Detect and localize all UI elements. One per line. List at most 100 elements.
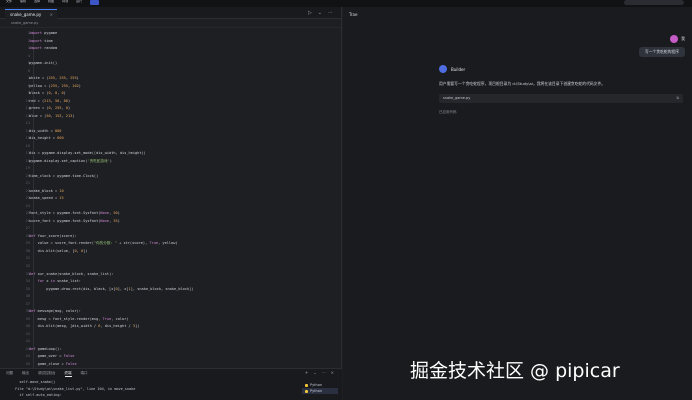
terminal-name: Python	[310, 389, 323, 393]
terminal-list: Python Python	[302, 382, 338, 394]
code-line-text: for x in snake_list:	[37, 279, 81, 284]
code-line-text: black = (0, 0, 0)	[29, 91, 66, 96]
line-number: 9	[27, 91, 30, 96]
line-number: 3	[27, 46, 30, 51]
line-number: 17	[25, 151, 30, 156]
menu-bar: 文件 编辑 选择 视图 转到 运行	[6, 0, 82, 3]
line-number: 7	[27, 76, 30, 81]
tab-close-icon[interactable]: ×	[50, 12, 53, 17]
editor-actions: ▷ ⌄ ⋯	[308, 10, 333, 16]
more-icon[interactable]: ⋯	[322, 370, 326, 375]
code-line-text: red = (213, 50, 80)	[29, 98, 71, 103]
editor-tab-bar: snake_game.py × ▷ ⌄ ⋯	[0, 7, 341, 19]
menu-item-go[interactable]: 转到	[62, 0, 68, 3]
tab-terminal[interactable]: 终端	[64, 371, 72, 377]
line-number: 38	[25, 309, 30, 314]
line-number: 4	[27, 53, 30, 58]
code-line: 14 dis_width = 800	[0, 128, 342, 136]
menu-item-select[interactable]: 选择	[34, 0, 40, 3]
new-terminal-icon[interactable]: +	[305, 370, 308, 375]
code-line-text: value = score_font.render("你的分数: " + str…	[29, 241, 178, 246]
code-line: 12 blue = (50, 153, 213)	[0, 113, 342, 121]
line-number: 27	[25, 226, 30, 231]
file-card[interactable]: snake_game.py ⧉	[439, 94, 683, 103]
code-line: 30 dis.blit(value, [0, 0])	[0, 248, 342, 256]
python-icon	[305, 383, 308, 387]
close-panel-icon[interactable]: ×	[331, 370, 334, 375]
menu-item-view[interactable]: 视图	[48, 0, 54, 3]
tab-output[interactable]: 输出	[22, 371, 29, 377]
tab-problems[interactable]: 问题	[6, 371, 13, 377]
line-number: 28	[25, 233, 30, 238]
more-actions-icon[interactable]: ⋯	[328, 10, 333, 16]
line-number: 5	[27, 61, 30, 66]
tab-ports[interactable]: 端口	[81, 371, 88, 377]
run-menu-chevron-icon[interactable]: ⌄	[318, 10, 322, 16]
panel-actions: + ⌄ ⋯ ×	[305, 370, 334, 375]
code-line-text: pygame.draw.rect(dis, black, [x[0], x[1]…	[29, 286, 194, 291]
bot-avatar	[439, 65, 447, 73]
code-line: 31	[0, 255, 342, 263]
code-line: 22 snake_block = 10	[0, 188, 342, 196]
line-number: 36	[25, 294, 30, 299]
line-number: 13	[25, 121, 30, 126]
code-line-text: snake_speed = 15	[29, 196, 64, 201]
panel-tab-bar: 问题 输出 调试控制台 终端 端口	[6, 371, 88, 377]
breadcrumb[interactable]: snake_game.py	[0, 19, 341, 28]
code-line: 1 import pygame	[0, 30, 342, 38]
line-number: 19	[25, 166, 30, 171]
line-number: 35	[25, 286, 30, 291]
applied-code-label: 已应用代码	[439, 110, 457, 114]
user-message: 写一个贪吃蛇的程序	[638, 47, 685, 57]
code-area[interactable]: 1 import pygame 2 import time 3 import random…	[0, 30, 342, 375]
copy-icon[interactable]: ⧉	[677, 96, 680, 100]
tab-debug-console[interactable]: 调试控制台	[38, 371, 56, 377]
user-avatar	[670, 35, 678, 43]
titlebar-badge[interactable]	[90, 0, 99, 5]
python-icon	[305, 389, 308, 393]
code-line-text: def gameLoop():	[29, 346, 62, 351]
code-line: 37	[0, 301, 342, 309]
code-line-text: blue = (50, 153, 213)	[29, 113, 75, 118]
terminal-dropdown-icon[interactable]: ⌄	[313, 370, 316, 375]
code-line-text: mesg = font_style.render(msg, True, colo…	[29, 316, 129, 321]
line-number: 2	[27, 38, 30, 43]
terminal-output[interactable]: self.move_snake() File "d:\Study\ai\snak…	[11, 379, 135, 399]
line-number: 8	[27, 83, 30, 88]
code-line: 8 yellow = (255, 255, 102)	[0, 83, 342, 91]
code-line-text: def our_snake(snake_block, snake_list):	[29, 271, 114, 276]
code-line-text: dis.blit(value, [0, 0])	[29, 248, 88, 253]
code-line: 32	[0, 263, 342, 271]
menu-item-file[interactable]: 文件	[6, 0, 12, 3]
ai-chat-panel: Trae 我 写一个贪吃蛇的程序 Builder 用户需要写一个贪吃蛇程序，项目…	[343, 7, 692, 400]
watermark: 掘金技术社区 @ pipicar	[410, 360, 620, 382]
code-line: 9 black = (0, 0, 0)	[0, 90, 342, 98]
code-line: 19	[0, 165, 342, 173]
line-number: 30	[25, 248, 30, 253]
line-number: 11	[25, 106, 30, 111]
line-number: 22	[25, 188, 30, 193]
code-line: 27	[0, 225, 342, 233]
code-line: 15 dis_height = 600	[0, 135, 342, 143]
line-number: 42	[25, 339, 30, 344]
bot-message: 用户需要写一个贪吃蛇程序，项目根目录为 d:\Study\ai，我将在该目录下创…	[439, 81, 606, 86]
terminal-line: if self.auto_eating:	[11, 393, 62, 398]
code-line-text: green = (0, 255, 0)	[29, 106, 71, 111]
menu-item-edit[interactable]: 编辑	[20, 0, 26, 3]
code-line-text: time_clock = pygame.time.Clock()	[29, 173, 99, 178]
code-line: 10 red = (213, 50, 80)	[0, 98, 342, 106]
code-line-text: import random	[29, 46, 58, 51]
titlebar-account-button[interactable]	[624, 0, 684, 5]
line-number: 26	[25, 218, 30, 223]
code-line-text: score_font = pygame.font.SysFont(None, 3…	[29, 218, 120, 223]
line-number: 23	[25, 196, 30, 201]
chat-title: Trae	[349, 12, 358, 17]
code-line: 17 dis = pygame.display.set_mode((dis_wid…	[0, 150, 342, 158]
code-line: 4	[0, 53, 342, 61]
code-line-text: font_style = pygame.font.SysFont(None, 5…	[29, 211, 120, 216]
menu-item-run[interactable]: 运行	[76, 0, 82, 3]
run-icon[interactable]: ▷	[308, 10, 312, 16]
tab-snake-game[interactable]: snake_game.py ×	[5, 9, 57, 19]
code-line-text: import time	[29, 38, 53, 43]
terminal-list-item[interactable]: Python	[302, 388, 338, 394]
